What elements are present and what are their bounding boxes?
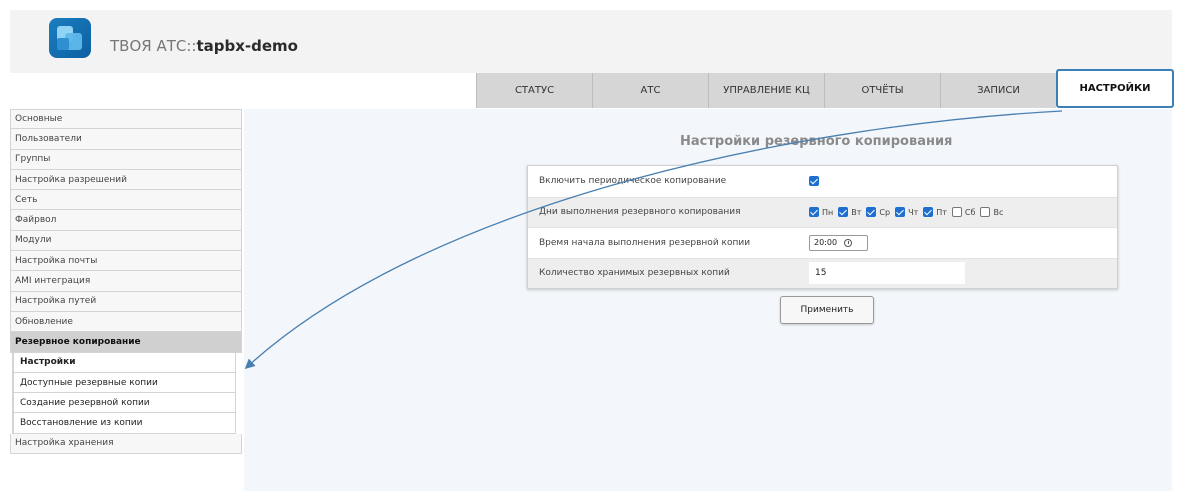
tab-reports[interactable]: ОТЧЁТЫ bbox=[824, 73, 940, 108]
enable-checkbox[interactable] bbox=[809, 176, 819, 187]
time-input[interactable]: 20:00 bbox=[809, 234, 868, 251]
day-thu[interactable]: Чт bbox=[895, 207, 919, 218]
sidebar-item-firewall[interactable]: Файрвол bbox=[10, 210, 242, 231]
day-mon[interactable]: Пн bbox=[809, 207, 834, 218]
tab-settings[interactable]: НАСТРОЙКИ bbox=[1056, 69, 1174, 108]
tab-ats[interactable]: АТС bbox=[592, 73, 708, 108]
sidebar-item-paths[interactable]: Настройка путей bbox=[10, 291, 242, 312]
day-fri[interactable]: Пт bbox=[923, 207, 947, 218]
settings-row-enable: Включить периодическое копирование bbox=[528, 166, 1117, 197]
main-tabs: СТАТУС АТС УПРАВЛЕНИЕ КЦ ОТЧЁТЫ ЗАПИСИ Н… bbox=[476, 69, 1174, 109]
sidebar-item-basic[interactable]: Основные bbox=[10, 109, 242, 130]
sidebar-item-modules[interactable]: Модули bbox=[10, 230, 242, 252]
day-sun-checkbox[interactable] bbox=[980, 207, 991, 218]
day-sun-label: Вс bbox=[993, 207, 1004, 217]
submenu-item-create-backup[interactable]: Создание резервной копии bbox=[13, 393, 236, 414]
tab-callcenter[interactable]: УПРАВЛЕНИЕ КЦ bbox=[708, 73, 824, 108]
backup-submenu: Настройки Доступные резервные копии Созд… bbox=[12, 352, 242, 434]
tab-status[interactable]: СТАТУС bbox=[476, 73, 592, 108]
enable-label: Включить периодическое копирование bbox=[539, 176, 727, 187]
day-tue-label: Вт bbox=[851, 207, 862, 217]
sidebar-item-update[interactable]: Обновление bbox=[10, 311, 242, 333]
day-wed-checkbox[interactable] bbox=[866, 207, 877, 218]
sidebar-item-backup[interactable]: Резервное копирование bbox=[10, 332, 242, 353]
time-value: 20:00 bbox=[814, 238, 838, 248]
day-sat-checkbox[interactable] bbox=[951, 207, 962, 218]
day-sat-label: Сб bbox=[964, 207, 976, 217]
settings-row-time: Время начала выполнения резервной копии … bbox=[528, 227, 1117, 258]
day-mon-checkbox[interactable] bbox=[809, 207, 819, 218]
day-thu-checkbox[interactable] bbox=[895, 207, 906, 218]
backup-settings-table: Включить периодическое копирование Дни в… bbox=[527, 165, 1118, 289]
count-input[interactable]: 15 bbox=[809, 262, 965, 285]
sidebar-item-mail[interactable]: Настройка почты bbox=[10, 251, 242, 272]
sidebar-item-ami[interactable]: AMI интеграция bbox=[10, 271, 242, 292]
day-tue[interactable]: Вт bbox=[838, 207, 862, 218]
day-sat[interactable]: Сб bbox=[951, 207, 976, 218]
sidebar-item-groups[interactable]: Группы bbox=[10, 149, 242, 170]
submenu-item-settings[interactable]: Настройки bbox=[13, 352, 236, 373]
settings-row-days: Дни выполнения резервного копирования Пн… bbox=[528, 196, 1117, 227]
tab-records[interactable]: ЗАПИСИ bbox=[940, 73, 1056, 108]
app-logo-icon bbox=[49, 18, 91, 58]
day-tue-checkbox[interactable] bbox=[838, 207, 849, 218]
title-prefix: ТВОЯ АТС:: bbox=[110, 37, 197, 55]
sidebar-item-network[interactable]: Сеть bbox=[10, 190, 242, 211]
day-sun[interactable]: Вс bbox=[980, 207, 1004, 218]
title-name: tapbx-demo bbox=[196, 37, 298, 55]
page-title: Настройки резервного копирования bbox=[680, 134, 953, 149]
time-label: Время начала выполнения резервной копии bbox=[539, 237, 751, 248]
day-mon-label: Пн bbox=[822, 207, 834, 217]
day-fri-label: Пт bbox=[936, 207, 947, 217]
sidebar-item-users[interactable]: Пользователи bbox=[10, 129, 242, 150]
sidebar: Основные Пользователи Группы Настройка р… bbox=[10, 109, 242, 455]
sidebar-item-permissions[interactable]: Настройка разрешений bbox=[10, 169, 242, 191]
submenu-item-restore[interactable]: Восстановление из копии bbox=[13, 413, 236, 434]
settings-row-count: Количество хранимых резервных копий 15 bbox=[528, 257, 1117, 288]
count-label: Количество хранимых резервных копий bbox=[539, 268, 730, 279]
day-thu-label: Чт bbox=[908, 207, 919, 217]
day-fri-checkbox[interactable] bbox=[923, 207, 934, 218]
submenu-item-available-backups[interactable]: Доступные резервные копии bbox=[13, 372, 236, 394]
app-header: ТВОЯ АТС::tapbx-demo bbox=[10, 10, 1172, 73]
apply-button[interactable]: Применить bbox=[780, 296, 874, 324]
sidebar-item-storage[interactable]: Настройка хранения bbox=[10, 433, 242, 455]
days-group: Пн Вт Ср Чт Пт Сб Вс bbox=[809, 207, 1117, 218]
app-title: ТВОЯ АТС::tapbx-demo bbox=[110, 37, 298, 55]
clock-icon[interactable] bbox=[844, 238, 853, 247]
days-label: Дни выполнения резервного копирования bbox=[539, 207, 741, 218]
day-wed[interactable]: Ср bbox=[866, 207, 891, 218]
day-wed-label: Ср bbox=[879, 207, 891, 217]
